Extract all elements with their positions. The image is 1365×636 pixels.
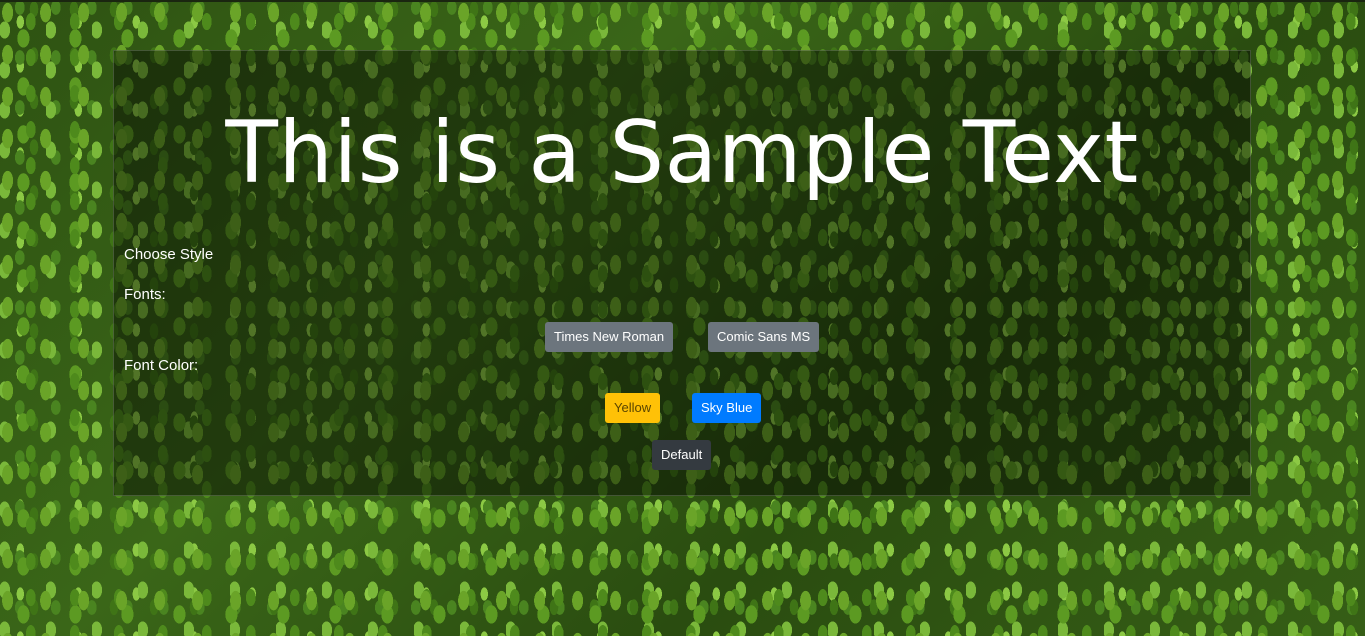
fonts-label: Fonts: [124, 286, 166, 303]
sample-text-heading: This is a Sample Text [225, 103, 1139, 203]
window-top-border [0, 0, 1365, 2]
times-new-roman-button[interactable]: Times New Roman [545, 322, 674, 352]
sky-blue-color-button[interactable]: Sky Blue [692, 393, 762, 423]
font-color-label: Font Color: [124, 357, 199, 374]
yellow-color-button[interactable]: Yellow [605, 393, 661, 423]
comic-sans-button[interactable]: Comic Sans MS [708, 322, 820, 352]
choose-style-label: Choose Style [124, 246, 214, 263]
default-color-button[interactable]: Default [652, 440, 712, 470]
style-panel: This is a Sample Text Choose Style Fonts… [113, 50, 1251, 496]
